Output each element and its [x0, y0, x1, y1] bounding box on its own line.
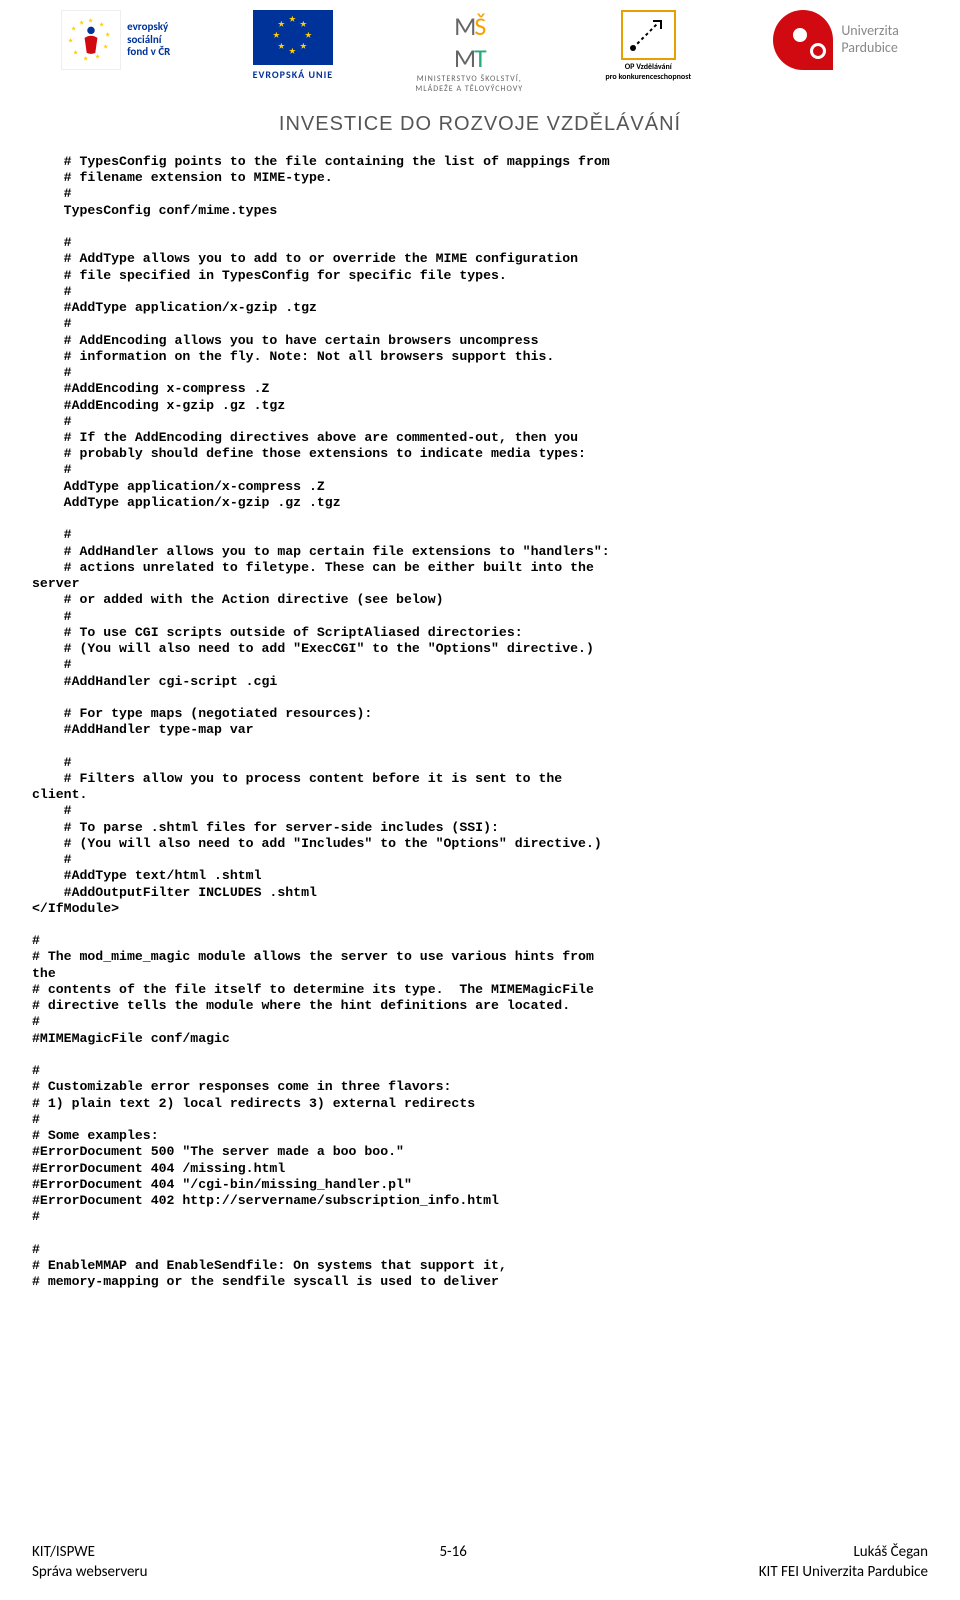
page-footer: KIT/ISPWE Správa webserveru 5-16 Lukáš Č…	[0, 1543, 960, 1582]
msmt-line2: MLÁDEŽE A TĚLOVÝCHOVY	[415, 84, 523, 94]
university-logo: Univerzita Pardubice	[773, 10, 899, 70]
msmt-logo: MŠ MT MINISTERSTVO ŠKOLSTVÍ, MLÁDEŽE A T…	[415, 10, 523, 95]
msmt-icon: MŠ MT	[415, 10, 523, 74]
eu-logo: EVROPSKÁ UNIE	[253, 10, 334, 81]
header-logos: evropský sociální fond v ČR EVROPSKÁ UNI…	[0, 0, 960, 105]
esf-logo: evropský sociální fond v ČR	[61, 10, 170, 70]
university-icon	[773, 10, 833, 70]
op-logo: OP Vzdělávání pro konkurenceschopnost	[605, 10, 691, 82]
footer-page-number: 5-16	[439, 1543, 466, 1561]
eu-flag-icon	[253, 10, 333, 65]
banner-title: INVESTICE DO ROZVOJE VZDĚLÁVÁNÍ	[0, 113, 960, 136]
msmt-line1: MINISTERSTVO ŠKOLSTVÍ,	[417, 74, 522, 84]
univ-line2: Pardubice	[841, 39, 898, 56]
op-line2: pro konkurenceschopnost	[605, 72, 691, 82]
footer-institution: KIT FEI Univerzita Pardubice	[759, 1563, 928, 1581]
eu-label: EVROPSKÁ UNIE	[253, 68, 334, 81]
op-arrow-icon	[621, 10, 676, 60]
esf-stars-icon	[61, 10, 121, 70]
univ-line1: Univerzita	[841, 22, 899, 39]
footer-author: Lukáš Čegan	[853, 1543, 928, 1561]
footer-course-code: KIT/ISPWE	[32, 1543, 95, 1561]
config-code-block: # TypesConfig points to the file contain…	[0, 154, 960, 1290]
op-line1: OP Vzdělávání	[625, 62, 672, 72]
footer-topic: Správa webserveru	[32, 1563, 148, 1581]
esf-text: evropský sociální fond v ČR	[127, 21, 170, 59]
